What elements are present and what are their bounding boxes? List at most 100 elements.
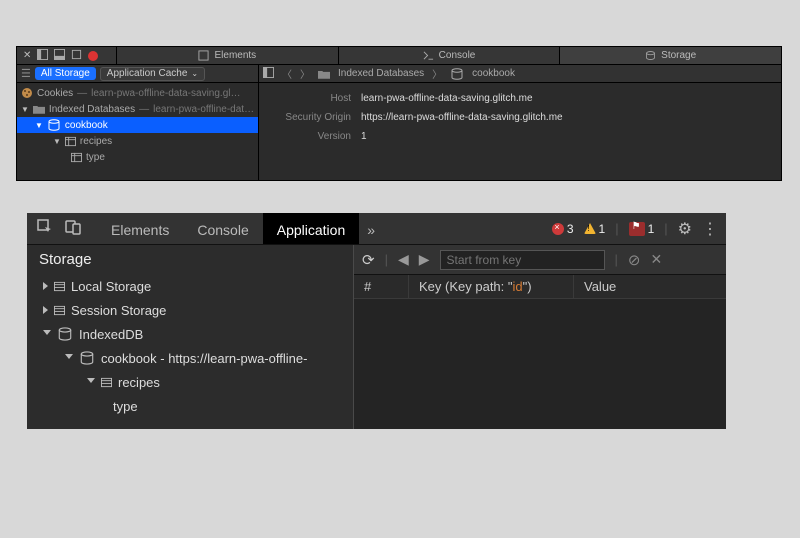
chrome-tabbar: Elements Console Application » 3 1 | 1 |…: [27, 213, 726, 245]
tree-indexeddb-label: IndexedDB: [79, 327, 143, 342]
storage-icon: [645, 50, 656, 61]
chevron-down-icon: ⌄: [191, 69, 198, 78]
tab-application[interactable]: Application: [263, 213, 360, 244]
issues-icon: [629, 222, 645, 236]
dock-bottom-icon[interactable]: [54, 49, 65, 63]
forward-icon[interactable]: 〉: [300, 66, 310, 81]
kv-version-key: Version: [271, 131, 361, 142]
device-toggle-icon[interactable]: [65, 219, 81, 238]
tab-elements[interactable]: Elements: [117, 47, 339, 64]
tree-cookies[interactable]: Cookies — learn-pwa-offline-data-saving.…: [17, 85, 258, 101]
filter-icon[interactable]: ☰: [21, 67, 31, 80]
tree-local-storage-label: Local Storage: [71, 279, 151, 294]
tree-session-storage[interactable]: Session Storage: [35, 298, 345, 322]
close-icon[interactable]: ✕: [23, 50, 31, 61]
database-icon: [79, 351, 95, 365]
database-icon: [57, 327, 73, 341]
cookie-icon: [21, 87, 33, 99]
sidebar-toggle-icon[interactable]: [263, 67, 274, 81]
tree-db-label: cookbook: [65, 120, 108, 131]
disclosure-triangle-icon: ▼: [53, 137, 61, 146]
chrome-sidebar: Storage Local Storage Session Storage In…: [27, 245, 354, 429]
chrome-main: ⟳ | ◀ ▶ | ⊘ ✕ # Key (Key path: "id") Val…: [354, 245, 726, 429]
dock-left-icon[interactable]: [37, 49, 48, 63]
disclosure-triangle-icon: [43, 306, 48, 314]
tree-index-type[interactable]: type: [35, 394, 345, 418]
chevron-right-icon: 〉: [432, 66, 442, 81]
close-icon[interactable]: ✕: [651, 251, 663, 268]
clear-icon[interactable]: ⊘: [628, 251, 641, 269]
col-key-prefix: Key (Key path: ": [419, 279, 513, 294]
tree-session-storage-label: Session Storage: [71, 303, 166, 318]
chrome-devtools: Elements Console Application » 3 1 | 1 |…: [27, 213, 726, 429]
tree-index-type[interactable]: type: [17, 149, 258, 165]
tabs-overflow[interactable]: »: [359, 213, 383, 244]
tree-db-cookbook[interactable]: cookbook - https://learn-pwa-offline-: [35, 346, 345, 370]
console-icon: [423, 50, 434, 61]
kv-origin-key: Security Origin: [271, 112, 361, 123]
safari-detail: Host learn-pwa-offline-data-saving.glitc…: [259, 83, 781, 152]
more-icon[interactable]: ⋮: [702, 219, 718, 239]
kv-origin-val[interactable]: https://learn-pwa-offline-data-saving.gl…: [361, 112, 563, 123]
issues-count: 1: [648, 222, 655, 236]
tab-storage[interactable]: Storage: [560, 47, 781, 64]
tree-cookies-label: Cookies: [37, 88, 73, 99]
breadcrumb-db[interactable]: cookbook: [472, 68, 515, 79]
tree-idb-host: learn-pwa-offline-dat…: [153, 104, 254, 115]
storage-icon: [101, 377, 112, 388]
tree-idb[interactable]: ▼ Indexed Databases — learn-pwa-offline-…: [17, 101, 258, 117]
col-index[interactable]: #: [354, 275, 409, 298]
safari-window-controls: ✕: [17, 47, 117, 64]
warnings-badge[interactable]: 1: [584, 222, 606, 236]
tree-indexeddb[interactable]: IndexedDB: [35, 322, 345, 346]
errors-badge[interactable]: 3: [552, 222, 574, 236]
safari-main: 〈 〉 Indexed Databases 〉 cookbook Host le…: [259, 65, 781, 180]
tab-elements-label: Elements: [214, 50, 256, 61]
breadcrumb-idb[interactable]: Indexed Databases: [338, 68, 424, 79]
popout-icon[interactable]: [71, 49, 82, 63]
tab-storage-label: Storage: [661, 50, 696, 61]
safari-devtools: ✕ Elements Console Storage: [16, 46, 782, 181]
safari-breadcrumb: 〈 〉 Indexed Databases 〉 cookbook: [259, 65, 781, 83]
elements-icon: [198, 50, 209, 61]
tab-elements[interactable]: Elements: [97, 213, 183, 244]
folder-icon: [318, 69, 330, 79]
disclosure-triangle-icon: ▼: [21, 105, 29, 114]
col-value[interactable]: Value: [574, 275, 726, 298]
filter-app-cache[interactable]: Application Cache ⌄: [100, 67, 205, 81]
tree-db-cookbook[interactable]: ▼ cookbook: [17, 117, 258, 133]
error-badge-icon[interactable]: [88, 51, 98, 61]
tree-table-recipes[interactable]: ▼ recipes: [17, 133, 258, 149]
tab-console[interactable]: Console: [339, 47, 561, 64]
back-icon[interactable]: 〈: [282, 66, 292, 81]
issues-badge[interactable]: 1: [629, 222, 655, 236]
prev-page-icon[interactable]: ◀: [398, 251, 409, 268]
folder-icon: [33, 104, 45, 114]
tree-table-label: recipes: [118, 375, 160, 390]
tree-db-label: cookbook - https://learn-pwa-offline-: [101, 351, 307, 366]
error-icon: [552, 223, 564, 235]
table-icon: [71, 152, 82, 163]
disclosure-triangle-icon: [87, 378, 95, 387]
storage-icon: [54, 281, 65, 292]
disclosure-triangle-icon: [65, 354, 73, 363]
col-key-id: id: [513, 279, 523, 294]
col-key[interactable]: Key (Key path: "id"): [409, 275, 574, 298]
next-page-icon[interactable]: ▶: [419, 251, 430, 268]
tab-console[interactable]: Console: [183, 213, 262, 244]
gear-icon[interactable]: ⚙: [678, 219, 692, 239]
start-from-key-input[interactable]: [440, 250, 605, 270]
kv-host-val: learn-pwa-offline-data-saving.glitch.me: [361, 93, 769, 104]
table-icon: [65, 136, 76, 147]
tree-cookies-host: learn-pwa-offline-data-saving.gl…: [91, 88, 240, 99]
filter-all-storage[interactable]: All Storage: [35, 67, 96, 80]
tree-table-recipes[interactable]: recipes: [35, 370, 345, 394]
database-icon: [450, 68, 464, 80]
refresh-icon[interactable]: ⟳: [362, 251, 375, 269]
chrome-toolbar: ⟳ | ◀ ▶ | ⊘ ✕: [354, 245, 726, 275]
tree-local-storage[interactable]: Local Storage: [35, 274, 345, 298]
disclosure-triangle-icon: ▼: [35, 121, 43, 130]
inspect-icon[interactable]: [37, 219, 53, 238]
col-key-suffix: "): [523, 279, 532, 294]
chrome-table-header: # Key (Key path: "id") Value: [354, 275, 726, 299]
